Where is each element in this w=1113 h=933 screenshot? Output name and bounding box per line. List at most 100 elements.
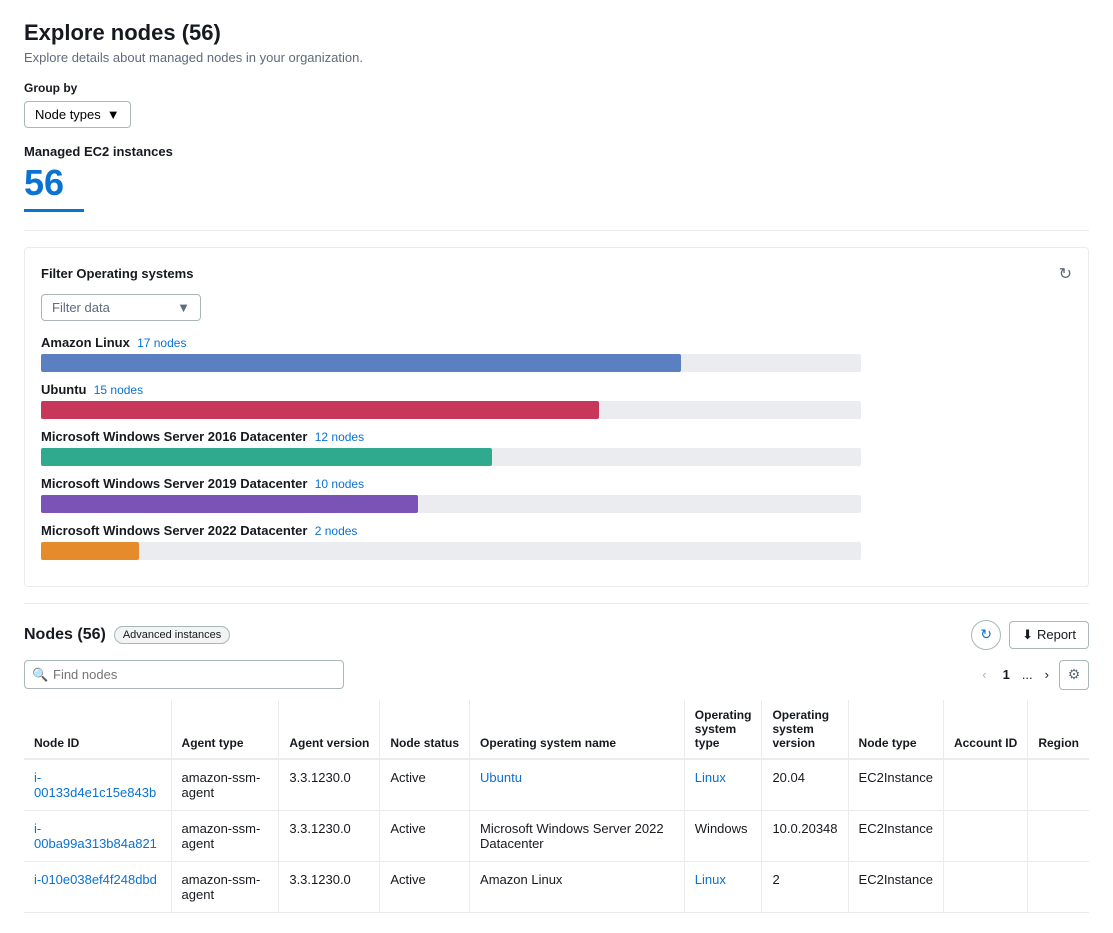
os-bar-label: Microsoft Windows Server 2022 Datacenter… (41, 523, 1072, 538)
table-body: i-00133d4e1c15e843b amazon-ssm-agent3.3.1… (24, 759, 1089, 913)
cell-account-id (943, 810, 1027, 861)
cell-os-name: Amazon Linux (470, 861, 685, 912)
section-divider (24, 230, 1089, 231)
refresh-nodes-button[interactable]: ↻ (971, 620, 1001, 650)
table-settings-button[interactable]: ⚙ (1059, 660, 1089, 690)
cell-os-type: Windows (684, 810, 762, 861)
cell-agent-type: amazon-ssm-agent (171, 759, 279, 811)
nodes-section: Nodes (56) Advanced instances ↻ ⬇ Report… (24, 620, 1089, 913)
ec2-underline (24, 209, 84, 212)
os-bar-item: Ubuntu 15 nodes (41, 382, 1072, 419)
cell-node-id[interactable]: i-010e038ef4f248dbd (24, 861, 171, 912)
os-type-link[interactable]: Linux (695, 872, 726, 887)
col-header-os_name: Operating system name (470, 700, 685, 759)
node-id-link[interactable]: i-00ba99a313b84a821 (34, 821, 157, 851)
filter-title: Filter Operating systems (41, 266, 193, 281)
group-by-dropdown[interactable]: Node types ▼ (24, 101, 131, 128)
cell-agent-version: 3.3.1230.0 (279, 861, 380, 912)
cell-os-type[interactable]: Linux (684, 861, 762, 912)
next-page-button[interactable]: › (1039, 663, 1055, 686)
refresh-icon[interactable]: ↻ (1059, 264, 1072, 284)
col-header-node_id: Node ID (24, 700, 171, 759)
cell-os-version: 2 (762, 861, 848, 912)
search-input-wrap: 🔍 (24, 660, 344, 689)
cell-os-type[interactable]: Linux (684, 759, 762, 811)
node-id-link[interactable]: i-00133d4e1c15e843b (34, 770, 156, 800)
filter-section: Filter Operating systems ↻ Filter data ▼… (24, 247, 1089, 587)
nodes-table: Node IDAgent typeAgent versionNode statu… (24, 700, 1089, 913)
cell-region (1028, 810, 1089, 861)
os-bar-label: Ubuntu 15 nodes (41, 382, 1072, 397)
table-header: Node IDAgent typeAgent versionNode statu… (24, 700, 1089, 759)
ec2-count: 56 (24, 163, 1089, 203)
advanced-badge: Advanced instances (114, 626, 230, 644)
os-bar-label: Microsoft Windows Server 2019 Datacenter… (41, 476, 1072, 491)
nodes-header: Nodes (56) Advanced instances ↻ ⬇ Report (24, 620, 1089, 650)
nodes-divider (24, 603, 1089, 604)
report-button[interactable]: ⬇ Report (1009, 621, 1089, 649)
cell-account-id (943, 861, 1027, 912)
nodes-title: Nodes (56) Advanced instances (24, 626, 230, 644)
prev-page-button[interactable]: ‹ (976, 663, 992, 686)
nodes-label: Nodes (56) (24, 626, 106, 644)
cell-node-type: EC2Instance (848, 810, 943, 861)
os-bar-label: Microsoft Windows Server 2016 Datacenter… (41, 429, 1072, 444)
bar-background (41, 448, 861, 466)
cell-node-status: Active (380, 810, 470, 861)
os-bar-item: Microsoft Windows Server 2022 Datacenter… (41, 523, 1072, 560)
cell-os-name[interactable]: Ubuntu (470, 759, 685, 811)
bar-fill (41, 448, 492, 466)
cell-node-status: Active (380, 861, 470, 912)
os-bar-item: Microsoft Windows Server 2019 Datacenter… (41, 476, 1072, 513)
page-title: Explore nodes (56) (24, 20, 221, 46)
search-input[interactable] (24, 660, 344, 689)
group-by-label: Group by (24, 81, 1089, 95)
group-by-value: Node types (35, 107, 101, 122)
os-type-link[interactable]: Linux (695, 770, 726, 785)
chevron-down-icon: ▼ (177, 300, 190, 315)
cell-node-id[interactable]: i-00133d4e1c15e843b (24, 759, 171, 811)
os-bar-item: Amazon Linux 17 nodes (41, 335, 1072, 372)
cell-node-type: EC2Instance (848, 759, 943, 811)
download-icon: ⬇ (1022, 627, 1033, 643)
nodes-actions: ↻ ⬇ Report (971, 620, 1089, 650)
os-bar-label: Amazon Linux 17 nodes (41, 335, 1072, 350)
col-header-os_type: Operatingsystemtype (684, 700, 762, 759)
search-bar: 🔍 ‹ 1 ... › ⚙ (24, 660, 1089, 690)
col-header-agent_type: Agent type (171, 700, 279, 759)
cell-node-status: Active (380, 759, 470, 811)
cell-node-type: EC2Instance (848, 861, 943, 912)
col-header-os_version: Operatingsystemversion (762, 700, 848, 759)
cell-agent-version: 3.3.1230.0 (279, 759, 380, 811)
os-name-link[interactable]: Ubuntu (480, 770, 522, 785)
ec2-card: Managed EC2 instances 56 (24, 144, 1089, 212)
chevron-down-icon: ▼ (107, 107, 120, 122)
cell-account-id (943, 759, 1027, 811)
search-icon: 🔍 (32, 667, 48, 683)
filter-placeholder: Filter data (52, 300, 110, 315)
col-header-node_type: Node type (848, 700, 943, 759)
os-bar-item: Microsoft Windows Server 2016 Datacenter… (41, 429, 1072, 466)
table-row: i-00ba99a313b84a821amazon-ssm-agent3.3.1… (24, 810, 1089, 861)
page-subtitle: Explore details about managed nodes in y… (24, 50, 1089, 65)
bar-fill (41, 495, 418, 513)
bar-background (41, 495, 861, 513)
bar-background (41, 354, 861, 372)
bar-fill (41, 354, 681, 372)
filter-header: Filter Operating systems ↻ (41, 264, 1072, 284)
cell-os-version: 20.04 (762, 759, 848, 811)
col-header-account_id: Account ID (943, 700, 1027, 759)
current-page-button[interactable]: 1 (997, 663, 1016, 686)
filter-dropdown[interactable]: Filter data ▼ (41, 294, 201, 321)
cell-os-name: Microsoft Windows Server 2022 Datacenter (470, 810, 685, 861)
ec2-label: Managed EC2 instances (24, 144, 1089, 159)
table-row: i-010e038ef4f248dbdamazon-ssm-agent3.3.1… (24, 861, 1089, 912)
bar-background (41, 542, 861, 560)
cell-node-id[interactable]: i-00ba99a313b84a821 (24, 810, 171, 861)
cell-region (1028, 861, 1089, 912)
col-header-agent_version: Agent version (279, 700, 380, 759)
node-id-link[interactable]: i-010e038ef4f248dbd (34, 872, 157, 887)
bar-fill (41, 401, 599, 419)
ellipsis: ... (1020, 667, 1035, 682)
nodes-table-wrap: Node IDAgent typeAgent versionNode statu… (24, 700, 1089, 913)
